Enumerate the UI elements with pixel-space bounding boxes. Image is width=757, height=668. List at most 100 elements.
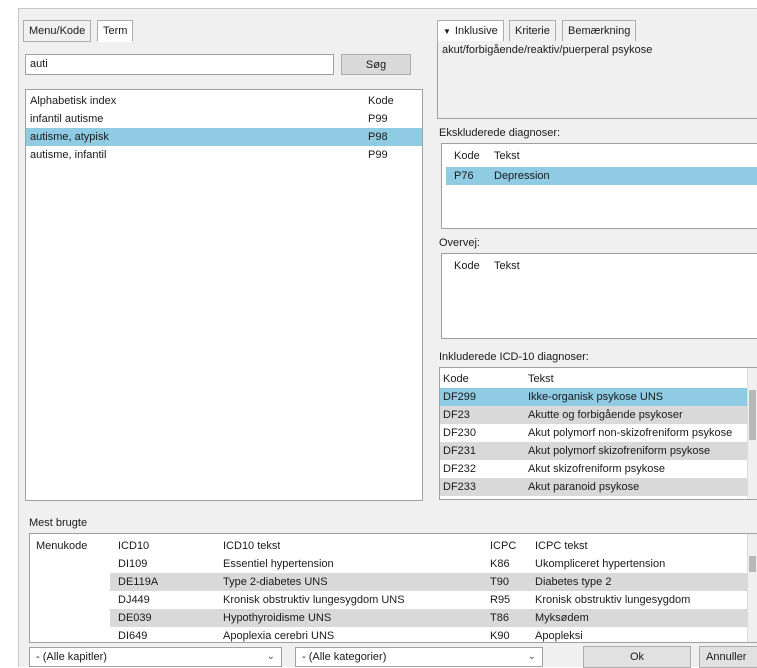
row-code: P76 (454, 170, 474, 182)
tab-inklusive-label: Inklusive (454, 25, 498, 37)
table-row[interactable]: DF232 Akut skizofreniform psykose (440, 460, 747, 478)
row-icpc-text: Kronisk obstruktiv lungesygdom (535, 594, 691, 606)
row-code: DF23 (443, 409, 470, 421)
tab-kriterie[interactable]: Kriterie (509, 20, 556, 42)
header-icd10: ICD10 (118, 540, 150, 552)
kategorier-value: - (Alle kategorier) (302, 651, 387, 663)
row-icd10: DE039 (118, 612, 152, 624)
icd10-label: Inkluderede ICD-10 diagnoser: (439, 351, 589, 363)
row-text: Depression (494, 170, 550, 182)
overvej-table[interactable]: Kode Tekst (441, 253, 757, 339)
list-item-selected[interactable]: autisme, atypisk P98 (26, 128, 422, 146)
row-icd10-text: Hypothyroidisme UNS (223, 612, 332, 624)
table-row[interactable]: DF233 Akut paranoid psykose (440, 478, 747, 496)
header-tekst: Tekst (494, 150, 520, 162)
table-row[interactable]: DF23 Akutte og forbigående psykoser (440, 406, 747, 424)
list-item-code: P98 (368, 131, 388, 143)
tab-menu-kode[interactable]: Menu/Kode (23, 20, 92, 42)
table-header: Kode Tekst (440, 370, 757, 388)
inklusive-panel: akut/forbigående/reaktiv/puerperal psyko… (437, 41, 757, 119)
chevron-down-icon: ⌄ (266, 651, 275, 662)
annuller-button[interactable]: Annuller (699, 646, 757, 668)
row-text: Akut polymorf skizofreniform psykose (528, 445, 711, 457)
row-icd10: DE119A (118, 576, 159, 588)
row-icpc-text: Apopleksi (535, 630, 583, 642)
header-kode: Kode (368, 95, 394, 107)
tab-term[interactable]: Term (97, 20, 134, 42)
mest-brugte-title: Mest brugte (29, 517, 88, 529)
index-list-header: Alphabetisk index Kode (26, 92, 422, 110)
list-item-term: autisme, infantil (30, 149, 107, 161)
icd10-table[interactable]: Kode Tekst DF299 Ikke-organisk psykose U… (439, 367, 757, 500)
row-icpc-text: Myksødem (535, 612, 589, 624)
kategorier-dropdown[interactable]: - (Alle kategorier) ⌄ (295, 647, 543, 667)
row-icpc: T90 (490, 576, 509, 588)
search-input[interactable]: auti (25, 54, 334, 75)
triangle-down-icon: ▼ (443, 26, 451, 36)
search-button[interactable]: Søg (341, 54, 411, 75)
row-text: Ikke-organisk psykose UNS (528, 391, 664, 403)
header-kode: Kode (454, 260, 480, 272)
kapitler-dropdown[interactable]: - (Alle kapitler) ⌄ (29, 647, 282, 667)
header-icpc: ICPC (490, 540, 517, 552)
table-row[interactable]: DI109 Essentiel hypertension K86 Ukompli… (110, 555, 747, 573)
overvej-label: Overvej: (439, 237, 480, 249)
alphabetical-index-list[interactable]: Alphabetisk index Kode infantil autisme … (25, 89, 423, 501)
row-code: DF230 (443, 427, 477, 439)
table-row[interactable]: DJ449 Kronisk obstruktiv lungesygdom UNS… (110, 591, 747, 609)
row-icd10: DI109 (118, 558, 148, 570)
row-code: DF231 (443, 445, 477, 457)
row-icpc-text: Ukompliceret hypertension (535, 558, 666, 570)
list-item-code: P99 (368, 149, 388, 161)
ekskluderede-table[interactable]: Kode Tekst P76 Depression (441, 143, 757, 229)
ok-button[interactable]: Ok (583, 646, 691, 668)
tab-inklusive[interactable]: ▼ Inklusive (437, 20, 504, 42)
tab-bemaerkning[interactable]: Bemærkning (562, 20, 637, 42)
icd10-scrollbar[interactable] (747, 368, 757, 499)
header-kode: Kode (443, 373, 469, 385)
table-header: Menukode ICD10 ICD10 tekst ICPC ICPC tek… (30, 537, 757, 555)
header-tekst: Tekst (528, 373, 554, 385)
row-icd10-text: Apoplexia cerebri UNS (223, 630, 335, 642)
mest-brugte-scrollbar[interactable] (747, 534, 757, 642)
row-icpc-text: Diabetes type 2 (535, 576, 612, 588)
table-row[interactable]: DF231 Akut polymorf skizofreniform psyko… (440, 442, 747, 460)
row-icpc: T86 (490, 612, 509, 624)
list-item[interactable]: autisme, infantil P99 (26, 146, 422, 164)
table-row[interactable]: DF230 Akut polymorf non-skizofreniform p… (440, 424, 747, 442)
ekskluderede-label: Ekskluderede diagnoser: (439, 127, 561, 139)
row-code: DF233 (443, 481, 477, 493)
row-text: Akut polymorf non-skizofreniform psykose (528, 427, 733, 439)
list-item-code: P99 (368, 113, 388, 125)
header-icpc-tekst: ICPC tekst (535, 540, 588, 552)
header-kode: Kode (454, 150, 480, 162)
row-text: Akut paranoid psykose (528, 481, 640, 493)
diagnosis-lookup-window: Menu/Kode Term auti Søg Alphabetisk inde… (18, 8, 757, 668)
table-row[interactable]: DE119A Type 2-diabetes UNS T90 Diabetes … (110, 573, 747, 591)
list-item-term: autisme, atypisk (30, 131, 109, 143)
table-row[interactable]: DE039 Hypothyroidisme UNS T86 Myksødem (110, 609, 747, 627)
mest-brugte-table[interactable]: Menukode ICD10 ICD10 tekst ICPC ICPC tek… (29, 533, 757, 643)
search-input-value: auti (30, 58, 48, 70)
row-icpc: K90 (490, 630, 510, 642)
row-icd10-text: Kronisk obstruktiv lungesygdom UNS (223, 594, 405, 606)
row-icd10: DJ449 (118, 594, 150, 606)
table-row-selected[interactable]: DF299 Ikke-organisk psykose UNS (440, 388, 747, 406)
row-icd10-text: Type 2-diabetes UNS (223, 576, 328, 588)
row-icd10: DI649 (118, 630, 148, 642)
header-tekst: Tekst (494, 260, 520, 272)
header-icd10-tekst: ICD10 tekst (223, 540, 281, 552)
header-menukode: Menukode (36, 540, 88, 552)
table-header: Kode Tekst (442, 147, 757, 165)
scrollbar-thumb[interactable] (749, 556, 756, 572)
scrollbar-thumb[interactable] (749, 390, 756, 440)
table-row-selected[interactable]: P76 Depression (446, 167, 757, 185)
chevron-down-icon: ⌄ (527, 651, 536, 662)
list-item[interactable]: infantil autisme P99 (26, 110, 422, 128)
row-icd10-text: Essentiel hypertension (223, 558, 334, 570)
kapitler-value: - (Alle kapitler) (36, 651, 107, 663)
list-item-term: infantil autisme (30, 113, 104, 125)
row-icpc: K86 (490, 558, 510, 570)
table-row[interactable]: DI649 Apoplexia cerebri UNS K90 Apopleks… (110, 627, 747, 642)
table-header: Kode Tekst (442, 257, 757, 275)
